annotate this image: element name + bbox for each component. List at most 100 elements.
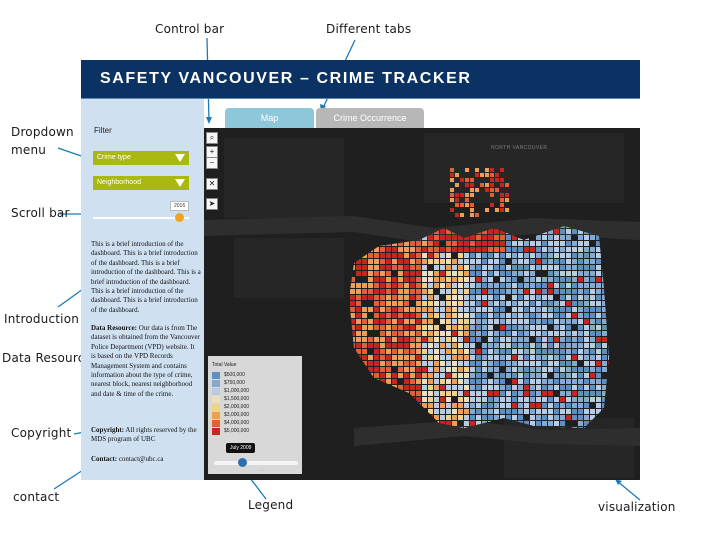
map-cell	[398, 265, 403, 270]
map-cell	[386, 319, 391, 324]
map-cell	[482, 385, 487, 390]
close-icon[interactable]: ✕	[206, 178, 218, 190]
map-cell	[494, 415, 499, 420]
map-cell	[362, 337, 367, 342]
map-cell	[524, 409, 529, 414]
map-cell	[578, 313, 583, 318]
map-cell	[488, 301, 493, 306]
map-cell	[506, 241, 511, 246]
legend-item: $500,000	[212, 372, 245, 379]
map-cell	[434, 355, 439, 360]
legend-title: Total Value	[212, 362, 237, 368]
map-cell	[524, 397, 529, 402]
map-cell	[488, 313, 493, 318]
map-cell	[476, 313, 481, 318]
map-cell	[464, 391, 469, 396]
legend-label: $2,000,000	[224, 404, 250, 410]
map-cell	[470, 188, 474, 192]
map-cell	[566, 235, 571, 240]
map-cell	[554, 295, 559, 300]
map-cell	[542, 331, 547, 336]
map-cell	[416, 247, 421, 252]
map-cell	[450, 173, 454, 177]
tab-map[interactable]: Map	[225, 108, 314, 128]
map-cell	[560, 337, 565, 342]
map-visualization[interactable]: NORTH VANCOUVER ⌕ + − ✕ ➤ Total Value $5…	[204, 128, 640, 480]
map-cell	[494, 409, 499, 414]
map-cell	[422, 247, 427, 252]
map-cell	[422, 343, 427, 348]
map-cell	[356, 277, 361, 282]
map-cell	[392, 343, 397, 348]
map-cell	[450, 208, 454, 212]
map-cell	[518, 403, 523, 408]
time-slider-track[interactable]	[214, 461, 298, 465]
search-icon[interactable]: ⌕	[206, 132, 218, 144]
map-cell	[476, 265, 481, 270]
map-cell	[464, 337, 469, 342]
map-cell	[470, 241, 475, 246]
map-cell	[524, 271, 529, 276]
map-cell	[578, 379, 583, 384]
map-cell	[542, 319, 547, 324]
map-cell	[416, 277, 421, 282]
map-cell	[482, 415, 487, 420]
map-cell	[548, 379, 553, 384]
map-cell	[386, 301, 391, 306]
map-cell	[380, 331, 385, 336]
map-cell	[404, 379, 409, 384]
map-cell	[386, 265, 391, 270]
year-slider-thumb[interactable]	[175, 213, 185, 222]
map-cell	[356, 343, 361, 348]
map-cell	[536, 295, 541, 300]
map-cell	[572, 301, 577, 306]
map-cell	[464, 295, 469, 300]
map-cell	[590, 235, 595, 240]
map-cell	[536, 361, 541, 366]
sidebar: Filter Crime type Neighborhood 2016 This…	[81, 99, 204, 480]
map-cell	[398, 355, 403, 360]
map-cell	[465, 168, 469, 172]
zoom-out-icon[interactable]: −	[206, 157, 218, 169]
map-cell	[482, 343, 487, 348]
year-slider[interactable]: 2016	[93, 201, 190, 225]
map-cell	[452, 343, 457, 348]
map-cell	[470, 193, 474, 197]
map-cell	[590, 331, 595, 336]
locate-icon[interactable]: ➤	[206, 198, 218, 210]
map-cell	[422, 379, 427, 384]
map-cell	[482, 265, 487, 270]
map-cell	[368, 349, 373, 354]
map-cell	[512, 289, 517, 294]
map-cell	[428, 247, 433, 252]
map-cell	[542, 265, 547, 270]
map-cell	[452, 361, 457, 366]
tab-crime-occurrence[interactable]: Crime Occurrence	[316, 108, 424, 128]
map-cell	[446, 409, 451, 414]
map-cell	[434, 247, 439, 252]
map-cell	[578, 409, 583, 414]
map-cell	[398, 349, 403, 354]
map-cell	[518, 331, 523, 336]
map-cell	[488, 265, 493, 270]
map-cell	[350, 301, 355, 306]
neighborhood-dropdown[interactable]: Neighborhood	[93, 176, 189, 190]
map-cell	[512, 295, 517, 300]
map-cell	[452, 367, 457, 372]
map-cell	[428, 253, 433, 258]
map-cell	[506, 313, 511, 318]
map-cell	[494, 403, 499, 408]
time-slider-thumb[interactable]	[237, 458, 247, 467]
map-cell	[465, 198, 469, 202]
map-cell	[548, 325, 553, 330]
map-cell	[542, 385, 547, 390]
crime-type-dropdown[interactable]: Crime type	[93, 151, 189, 165]
map-cell	[470, 307, 475, 312]
map-cell	[554, 373, 559, 378]
map-cell	[380, 277, 385, 282]
map-cell	[548, 289, 553, 294]
legend-swatch	[212, 396, 220, 403]
map-cell	[596, 289, 601, 294]
map-cell	[470, 178, 474, 182]
map-cell	[464, 319, 469, 324]
